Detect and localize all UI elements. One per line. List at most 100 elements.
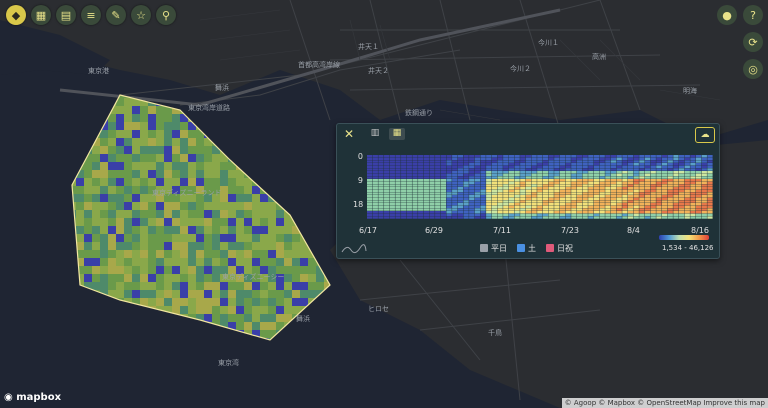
heat-cell xyxy=(367,176,373,179)
heat-cell xyxy=(542,216,549,219)
area-cell xyxy=(204,298,212,306)
area-cell xyxy=(148,130,156,138)
heat-cell xyxy=(605,160,611,163)
area-cell xyxy=(100,274,108,282)
heat-cell xyxy=(508,192,515,195)
heat-cell xyxy=(435,213,441,217)
heat-cell xyxy=(406,160,412,163)
heat-cell xyxy=(599,155,605,158)
area-cell xyxy=(236,258,244,266)
scale-range: 1,534 - 46,126 xyxy=(662,244,714,252)
heat-cell xyxy=(446,211,452,214)
heat-cell xyxy=(678,184,685,187)
search-icon[interactable]: ⚲ xyxy=(156,5,176,25)
area-cell xyxy=(212,282,220,290)
heat-cell xyxy=(537,184,543,187)
heat-cell xyxy=(673,173,679,177)
share-icon[interactable]: ⟳ xyxy=(743,32,763,52)
area-cell xyxy=(180,218,188,226)
heat-cell xyxy=(701,165,707,169)
layers-icon[interactable]: ◆ xyxy=(6,5,26,25)
area-cell xyxy=(116,282,124,290)
calendar-icon[interactable]: ▤ xyxy=(56,5,76,25)
heat-cell xyxy=(469,155,475,158)
heat-cell xyxy=(701,192,707,195)
heat-cell xyxy=(548,155,554,158)
heat-cell xyxy=(531,189,537,193)
heat-cell xyxy=(372,181,378,185)
heat-cell xyxy=(395,203,401,206)
heat-cell xyxy=(678,211,685,214)
heat-cell xyxy=(661,187,668,190)
heat-cell xyxy=(650,171,656,174)
heat-cell xyxy=(605,184,611,187)
heat-cell xyxy=(644,187,651,190)
heat-cell xyxy=(406,197,412,201)
mapbox-logo[interactable]: ◉ mapbox xyxy=(4,392,61,403)
heat-cell xyxy=(423,184,429,187)
heat-cell xyxy=(412,216,418,219)
heat-cell xyxy=(684,171,690,174)
area-cell xyxy=(124,210,132,218)
user-icon[interactable]: ● xyxy=(717,5,737,25)
heat-cell xyxy=(452,195,458,198)
area-cell xyxy=(268,202,276,210)
locate-icon[interactable]: ◎ xyxy=(743,59,763,79)
area-cell xyxy=(92,146,100,154)
heat-cell xyxy=(508,160,515,163)
heat-cell xyxy=(395,187,401,190)
heat-cell xyxy=(508,197,515,201)
close-icon[interactable]: ✕ xyxy=(342,127,356,141)
heat-cell xyxy=(480,203,486,206)
area-cell xyxy=(180,162,188,170)
area-cell xyxy=(108,146,116,154)
heat-cell xyxy=(633,195,639,198)
heat-cell xyxy=(610,213,617,217)
heat-cell xyxy=(474,195,481,198)
area-cell xyxy=(228,170,236,178)
area-cell xyxy=(276,218,284,226)
heat-cell xyxy=(548,213,554,217)
heat-cell xyxy=(446,168,452,171)
heat-cell xyxy=(520,181,526,185)
help-icon[interactable]: ? xyxy=(743,5,763,25)
heat-cell xyxy=(667,168,673,171)
legend-weekday[interactable]: 平日 xyxy=(480,243,507,254)
heat-cell xyxy=(520,157,526,161)
heat-cell xyxy=(469,213,475,217)
area-cell xyxy=(220,178,228,186)
heat-cell xyxy=(474,208,481,211)
legend-holiday[interactable]: 日祝 xyxy=(546,243,573,254)
heat-cell xyxy=(627,160,634,163)
heat-cell xyxy=(599,197,605,201)
heat-cell xyxy=(650,187,656,190)
area-cell xyxy=(236,242,244,250)
heat-cell xyxy=(395,181,401,185)
heat-cell xyxy=(497,200,503,203)
area-cell xyxy=(84,242,92,250)
heat-cell xyxy=(548,173,554,177)
heat-cell xyxy=(423,173,429,177)
label-tdl: 東京ディズニーランド xyxy=(152,189,222,197)
heat-cell xyxy=(565,216,571,219)
area-cell xyxy=(92,282,100,290)
heat-cell xyxy=(395,205,401,209)
cloud-download-icon[interactable]: ☁ xyxy=(695,127,715,143)
filter-icon[interactable]: ≡ xyxy=(81,5,101,25)
heat-cell xyxy=(542,211,549,214)
heat-cell xyxy=(582,165,588,169)
area-cell xyxy=(212,170,220,178)
table-icon[interactable]: ▦ xyxy=(31,5,51,25)
legend-saturday[interactable]: 土 xyxy=(517,243,536,254)
heat-cell xyxy=(440,213,447,217)
bar-chart-icon[interactable]: ▥ xyxy=(367,128,383,140)
star-icon[interactable]: ☆ xyxy=(131,5,151,25)
grid-icon[interactable]: ▦ xyxy=(389,128,405,140)
pencil-icon[interactable]: ✎ xyxy=(106,5,126,25)
heat-cell xyxy=(656,216,662,219)
attribution[interactable]: © Agoop © Mapbox © OpenStreetMap Improve… xyxy=(561,398,768,408)
heat-cell xyxy=(661,157,668,161)
heat-cell xyxy=(661,181,668,185)
heat-cell xyxy=(627,155,634,158)
heat-cell xyxy=(678,179,685,182)
